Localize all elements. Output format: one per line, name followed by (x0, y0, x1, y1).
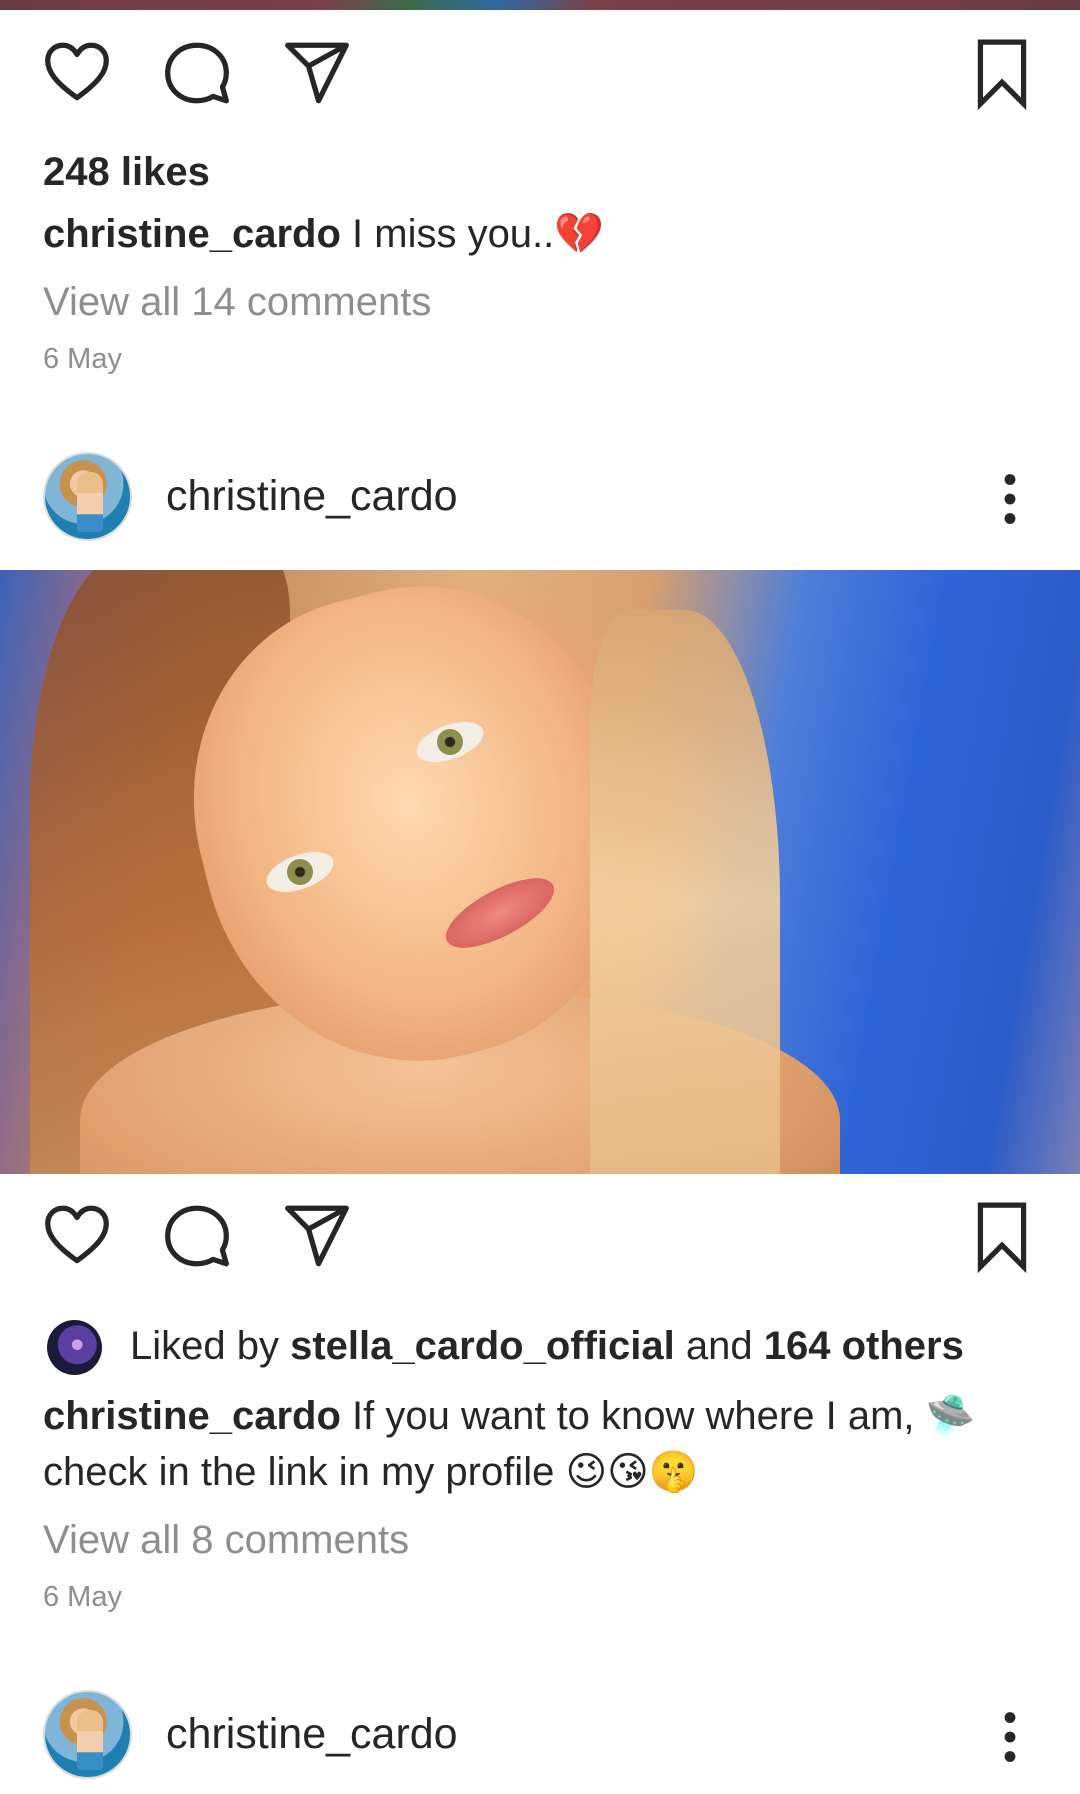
like-button[interactable] (37, 1196, 117, 1276)
paper-plane-icon (285, 42, 349, 104)
liked-by-username[interactable]: stella_cardo_official (290, 1324, 675, 1368)
post2-action-bar (0, 1196, 1080, 1286)
comment-bubble-icon (165, 1205, 229, 1267)
photo-hair-right (590, 610, 780, 1174)
caption-emoji: 💔 (554, 211, 605, 257)
post2-header: christine_cardo (0, 442, 1080, 542)
post1-action-bar (0, 33, 1080, 123)
view-comments-link[interactable]: View all 8 comments (43, 1518, 409, 1563)
more-options-button[interactable] (980, 1702, 1040, 1772)
bookmark-icon (977, 1202, 1027, 1273)
caption-username[interactable]: christine_cardo (43, 1394, 341, 1438)
heart-icon (45, 42, 109, 101)
liked-by-others[interactable]: 164 others (764, 1324, 964, 1368)
post-date: 6 May (43, 343, 122, 375)
likes-count[interactable]: 248 likes (43, 150, 210, 195)
vertical-ellipsis-icon (1004, 1712, 1016, 1762)
caption-username[interactable]: christine_cardo (43, 212, 341, 256)
liked-by-avatar[interactable] (47, 1320, 102, 1375)
more-options-button[interactable] (980, 464, 1040, 534)
comment-bubble-icon (165, 42, 229, 104)
save-button[interactable] (962, 1196, 1042, 1276)
share-button[interactable] (277, 33, 357, 113)
avatar[interactable] (43, 1690, 132, 1779)
liked-by-row[interactable]: Liked by stella_cardo_official and 164 o… (43, 1318, 1043, 1378)
post-caption: christine_cardo If you want to know wher… (43, 1388, 1033, 1500)
bookmark-icon (977, 39, 1027, 110)
caption-emoji-faces: 😉😘🤫 (565, 1449, 699, 1495)
post-caption: christine_cardo I miss you..💔 (43, 206, 1033, 262)
share-button[interactable] (277, 1196, 357, 1276)
liked-by-text: Liked by stella_cardo_official and 164 o… (130, 1324, 964, 1369)
caption-text-line1: If you want to know where I am, (352, 1394, 915, 1438)
like-button[interactable] (37, 33, 117, 113)
caption-text: I miss you.. (352, 212, 555, 256)
paper-plane-icon (285, 1205, 349, 1267)
view-comments-link[interactable]: View all 14 comments (43, 280, 431, 325)
comment-button[interactable] (157, 1196, 237, 1276)
liked-by-prefix: Liked by (130, 1324, 279, 1368)
post-date: 6 May (43, 1581, 122, 1613)
avatar[interactable] (43, 452, 132, 541)
save-button[interactable] (962, 33, 1042, 113)
previous-post-image-edge[interactable] (0, 0, 1080, 10)
vertical-ellipsis-icon (1004, 474, 1016, 524)
comment-button[interactable] (157, 33, 237, 113)
post3-header: christine_cardo (0, 1680, 1080, 1780)
post-username[interactable]: christine_cardo (166, 1710, 458, 1759)
caption-emoji-ufo: 🛸 (925, 1393, 976, 1439)
liked-by-and: and (685, 1324, 753, 1368)
post-photo[interactable] (0, 570, 1080, 1174)
heart-icon (45, 1205, 109, 1264)
post-username[interactable]: christine_cardo (166, 472, 458, 521)
caption-text-line2: check in the link in my profile (43, 1450, 555, 1494)
